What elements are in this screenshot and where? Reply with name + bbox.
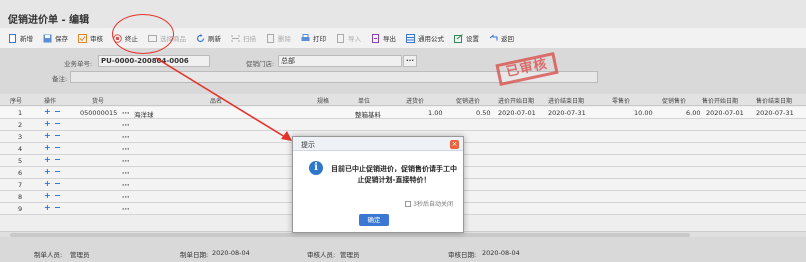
remove-row-button[interactable]: − <box>54 167 61 176</box>
new-button[interactable]: 新增 <box>8 33 33 43</box>
formula-button[interactable]: 通用公式 <box>406 33 444 43</box>
refresh-icon <box>196 33 205 43</box>
column-header: 进货价 <box>406 98 425 105</box>
auto-close-checkbox[interactable]: 3秒后自动关闭 <box>405 199 453 208</box>
dialog-message: 目前已中止促销进价，促销售价请手工中止促销计划-直接特价！ <box>331 165 457 184</box>
info-icon: i <box>309 161 323 175</box>
column-header: 操作 <box>44 98 57 105</box>
scan-button[interactable]: 扫描 <box>231 33 256 43</box>
creator-value: 管理员 <box>70 251 90 259</box>
dialog-title: 提示 <box>301 141 315 149</box>
export-button[interactable]: 导出 <box>371 33 396 43</box>
column-header: 售价开始日期 <box>702 98 739 105</box>
goods-picker-button[interactable]: ··· <box>122 133 129 141</box>
settings-button[interactable]: 设置 <box>454 33 479 43</box>
add-row-button[interactable]: + <box>44 203 51 212</box>
remove-row-button[interactable]: − <box>54 131 61 140</box>
audit-icon <box>78 33 87 43</box>
create-date-value: 2020-08-04 <box>212 249 250 257</box>
goods-picker-button[interactable]: ··· <box>122 121 129 129</box>
ok-button[interactable]: 确定 <box>359 214 389 226</box>
column-header: 进价结束日期 <box>548 98 585 105</box>
scrollbar-thumb[interactable] <box>10 233 690 237</box>
remove-row-button[interactable]: − <box>54 119 61 128</box>
add-row-button[interactable]: + <box>44 131 51 140</box>
checkbox-icon <box>405 200 412 207</box>
add-row-button[interactable]: + <box>44 155 51 164</box>
column-header: 品名 <box>210 98 223 105</box>
remove-row-button[interactable]: − <box>54 155 61 164</box>
import-icon <box>336 33 345 43</box>
formula-icon <box>406 33 415 43</box>
goods-picker-button[interactable]: ··· <box>122 145 129 153</box>
add-row-button[interactable]: + <box>44 167 51 176</box>
annotation-circle <box>112 14 174 54</box>
store-field[interactable]: 总部 <box>278 55 402 67</box>
add-row-button[interactable]: + <box>44 191 51 200</box>
add-row-button[interactable]: + <box>44 119 51 128</box>
add-row-button[interactable]: + <box>44 143 51 152</box>
remove-row-button[interactable]: − <box>54 143 61 152</box>
close-icon[interactable]: × <box>450 140 459 149</box>
refresh-button[interactable]: 刷新 <box>196 33 221 43</box>
export-icon <box>371 33 380 43</box>
back-icon <box>489 33 498 43</box>
window-title: 促销进价单 - 编辑 <box>8 15 90 26</box>
save-button[interactable]: 保存 <box>43 33 68 43</box>
back-button[interactable]: 返回 <box>489 33 514 43</box>
goods-picker-button[interactable]: ··· <box>122 193 129 201</box>
column-header: 序号 <box>10 98 23 105</box>
column-header: 促销进价 <box>456 98 481 105</box>
settings-icon <box>454 33 463 43</box>
column-header: 进价开始日期 <box>498 98 535 105</box>
delete-button[interactable]: 删除 <box>266 33 291 43</box>
goods-picker-button[interactable]: ··· <box>122 109 129 117</box>
form-area: 业务单号: PU-0000-200804-0006 促销门店: 总部 ··· 备… <box>0 48 806 90</box>
remove-row-button[interactable]: − <box>54 191 61 200</box>
print-button[interactable]: 打印 <box>301 33 326 43</box>
alert-dialog: 提示 × i 目前已中止促销进价，促销售价请手工中止促销计划-直接特价！ 3秒后… <box>292 136 464 233</box>
grid-header: 序号 操作 货号 品名 规格 单位 进货价 促销进价 进价开始日期 进价结束日期… <box>0 94 806 106</box>
audit-date-label: 审核日期: <box>448 251 477 259</box>
order-no-label: 业务单号: <box>64 60 93 68</box>
column-header: 售价结束日期 <box>756 98 793 105</box>
create-date-label: 制单日期: <box>180 251 209 259</box>
delete-icon <box>266 33 275 43</box>
remove-row-button[interactable]: − <box>54 203 61 212</box>
creator-label: 制单人员: <box>34 251 63 259</box>
store-picker-button[interactable]: ··· <box>403 55 417 67</box>
remove-row-button[interactable]: − <box>54 179 61 188</box>
auditor-label: 审核人员: <box>307 251 336 259</box>
save-icon <box>43 34 52 43</box>
goods-picker-button[interactable]: ··· <box>122 157 129 165</box>
new-doc-icon <box>8 33 17 43</box>
remark-label: 备注: <box>52 75 68 83</box>
column-header: 促销售价 <box>662 98 687 105</box>
column-header: 规格 <box>317 98 330 105</box>
goods-picker-button[interactable]: ··· <box>122 169 129 177</box>
footer: 制单人员: 管理员 制单日期: 2020-08-04 审核人员: 管理员 审核日… <box>0 242 806 262</box>
column-header: 单位 <box>358 98 371 105</box>
import-button[interactable]: 导入 <box>336 33 361 43</box>
column-header: 货号 <box>92 98 105 105</box>
order-no-field[interactable]: PU-0000-200804-0006 <box>98 55 210 67</box>
add-row-button[interactable]: + <box>44 107 51 116</box>
table-row[interactable]: 1 + − 050000015 ··· 海洋球 整箱基料 1.00 0.50 2… <box>0 107 806 119</box>
print-icon <box>301 33 310 43</box>
auditor-value: 管理员 <box>340 251 360 259</box>
scan-icon <box>231 34 240 43</box>
table-row[interactable]: 2 + − ··· <box>0 119 806 131</box>
audit-button[interactable]: 审核 <box>78 33 103 43</box>
audit-date-value: 2020-08-04 <box>482 249 520 257</box>
column-header: 零售价 <box>612 98 631 105</box>
dialog-title-bar: 提示 × <box>293 137 463 151</box>
goods-picker-button[interactable]: ··· <box>122 181 129 189</box>
remove-row-button[interactable]: − <box>54 107 61 116</box>
store-label: 促销门店: <box>246 60 275 68</box>
goods-picker-button[interactable]: ··· <box>122 205 129 213</box>
add-row-button[interactable]: + <box>44 179 51 188</box>
